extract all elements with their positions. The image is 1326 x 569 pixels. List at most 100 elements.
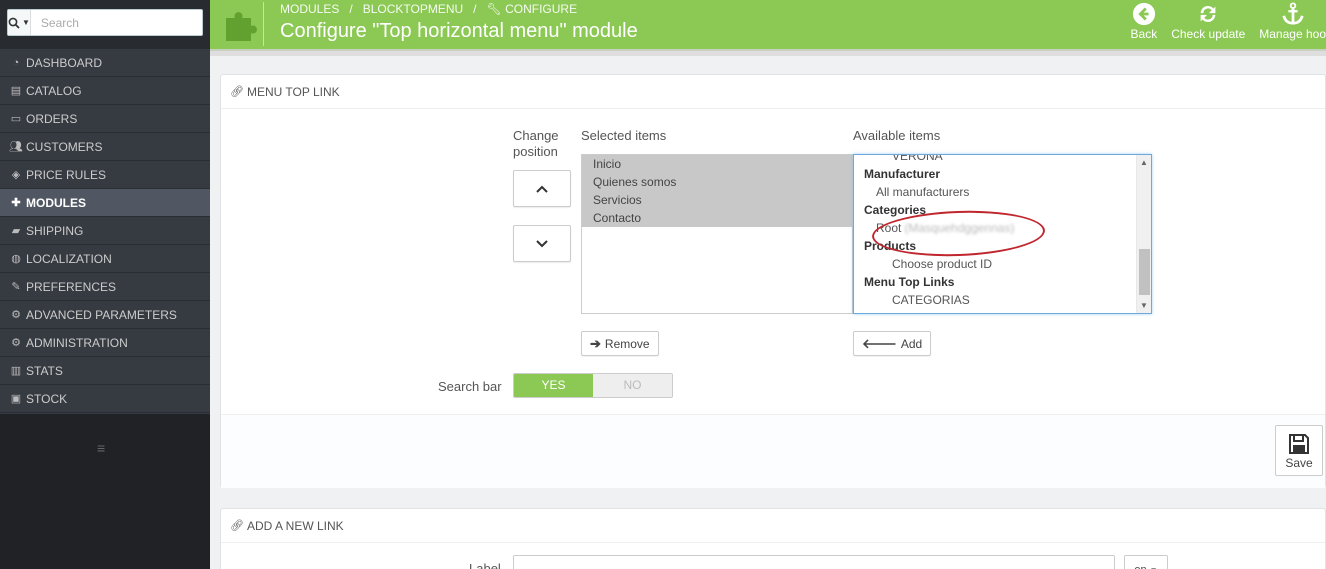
add-button[interactable]: 🡐 Add <box>853 331 932 356</box>
check-update-label: Check update <box>1171 27 1246 41</box>
chevron-up-icon <box>536 185 548 193</box>
breadcrumb-blocktopmenu[interactable]: BLOCKTOPMENU <box>363 2 463 16</box>
sidebar-item-shipping[interactable]: ▰ SHIPPING <box>0 217 210 245</box>
page-title: Configure "Top horizontal menu" module <box>280 20 638 42</box>
available-item-label: Choose product ID <box>892 257 993 271</box>
breadcrumb-separator: / <box>349 2 353 16</box>
panel-heading: 🔗︎ ADD A NEW LINK <box>221 509 1325 543</box>
selected-items-list[interactable]: Inicio Quienes somos Servicios Contacto <box>581 154 853 314</box>
collapse-menu-icon[interactable]: ≡ <box>97 440 105 456</box>
available-item[interactable]: Choose product ID <box>854 255 1151 273</box>
breadcrumb-configure-label: CONFIGURE <box>505 2 578 16</box>
search-bar-label: Search bar <box>438 379 502 394</box>
sidebar-item-stock[interactable]: ▣ STOCK <box>0 385 210 413</box>
sidebar-item-label: CATALOG <box>26 83 82 98</box>
globe-icon: ◍ <box>11 253 21 265</box>
scroll-thumb[interactable] <box>1139 249 1150 295</box>
sidebar-item-preferences[interactable]: ✎ PREFERENCES <box>0 273 210 301</box>
breadcrumb-modules[interactable]: MODULES <box>280 2 339 16</box>
change-position-line2: position <box>513 144 558 159</box>
save-label: Save <box>1285 455 1313 470</box>
remove-button[interactable]: ➔ Remove <box>581 331 659 356</box>
save-icon <box>1289 433 1309 454</box>
search-type-button[interactable]: ▼ <box>8 10 31 35</box>
arrow-left-icon: 🡐 <box>862 335 897 351</box>
caret-down-icon: ▼ <box>1150 566 1158 569</box>
back-label: Back <box>1130 27 1158 41</box>
sidebar-bottom: ≡ <box>0 414 210 569</box>
label-field-label: Label <box>469 561 501 569</box>
save-button[interactable]: Save <box>1275 425 1323 476</box>
available-item-label: VERONA <box>892 154 943 163</box>
sidebar-item-label: STATS <box>26 363 63 378</box>
add-new-link-panel: 🔗︎ ADD A NEW LINK Label en ▼ <box>220 508 1326 569</box>
sidebar-item-label: LOCALIZATION <box>26 251 112 266</box>
sidebar-item-label: ORDERS <box>26 111 78 126</box>
menu-top-link-panel: 🔗︎ MENU TOP LINK Change position Selecte… <box>220 74 1326 488</box>
search-bar-switch[interactable]: YES NO <box>513 373 673 398</box>
credit-card-icon: ▭ <box>10 113 22 125</box>
sidebar-item-label: ADVANCED PARAMETERS <box>26 307 177 322</box>
scroll-up-icon[interactable]: ▲ <box>1140 158 1148 167</box>
move-up-button[interactable] <box>513 170 571 207</box>
sidebar-item-stats[interactable]: ▥ STATS <box>0 357 210 385</box>
check-update-button[interactable]: Check update <box>1164 0 1252 49</box>
language-dropdown[interactable]: en ▼ <box>1124 555 1168 569</box>
available-items-label: Available items <box>853 128 941 143</box>
manage-hooks-label: Manage hoo <box>1259 27 1326 41</box>
selected-item[interactable]: Inicio <box>582 155 852 173</box>
available-item[interactable]: All manufacturers <box>854 183 1151 201</box>
sidebar-item-label: MODULES <box>26 195 86 210</box>
wrench-icon: 🔧︎ <box>486 2 502 16</box>
sidebar-item-catalog[interactable]: ▤ CATALOG <box>0 77 210 105</box>
selected-item[interactable]: Servicios <box>582 191 852 209</box>
available-item-label: CATEGORIAS <box>892 293 970 307</box>
move-down-button[interactable] <box>513 225 571 262</box>
available-group: Menu Top Links <box>854 273 1151 291</box>
label-input[interactable] <box>513 555 1115 569</box>
wrench-icon: ✎ <box>11 281 21 293</box>
search-icon <box>8 17 20 29</box>
selected-item[interactable]: Contacto <box>582 209 852 227</box>
panel-footer: Save <box>221 414 1325 488</box>
tags-icon: ◈ <box>11 169 21 181</box>
toolbar: Back Check update Manage hoo <box>1124 0 1326 49</box>
sidebar-item-dashboard[interactable]: ◔ DASHBOARD <box>0 49 210 77</box>
available-group: Manufacturer <box>854 165 1151 183</box>
manage-hooks-button[interactable]: Manage hoo <box>1252 0 1326 49</box>
truck-icon: ▰ <box>11 225 21 237</box>
page-header: MODULES / BLOCKTOPMENU / 🔧︎ CONFIGURE Co… <box>210 0 1326 49</box>
sidebar-item-advanced-parameters[interactable]: ⚙ ADVANCED PARAMETERS <box>0 301 210 329</box>
sidebar-item-orders[interactable]: ▭ ORDERS <box>0 105 210 133</box>
selected-item[interactable]: Quienes somos <box>582 173 852 191</box>
breadcrumb: MODULES / BLOCKTOPMENU / 🔧︎ CONFIGURE <box>280 2 577 16</box>
arrow-circle-left-icon <box>1132 2 1155 26</box>
scrollbar[interactable]: ▲ ▼ <box>1136 155 1151 313</box>
sidebar: ▼ ◔ DASHBOARD ▤ CATALOG ▭ ORDERS 👥︎CUSTOMERS ◈ P… <box>0 0 210 569</box>
panel-heading: 🔗︎ MENU TOP LINK <box>221 75 1325 109</box>
sidebar-item-customers[interactable]: 👥︎ CUSTOMERS <box>0 133 210 161</box>
add-label: Add <box>900 336 923 351</box>
back-button[interactable]: Back <box>1124 0 1165 49</box>
search-input[interactable] <box>30 10 202 35</box>
sidebar-item-administration[interactable]: ⚙ ADMINISTRATION <box>0 329 210 357</box>
dashboard-icon: ◔ <box>12 56 20 69</box>
puzzle-icon: ✚ <box>11 197 21 209</box>
available-item-label: Manufacturer <box>864 167 941 181</box>
available-item[interactable]: VERONA <box>854 154 1151 165</box>
sidebar-item-label: CUSTOMERS <box>26 139 103 154</box>
change-position-line1: Change <box>513 128 559 143</box>
available-item-label: All manufacturers <box>876 185 970 199</box>
panel-heading-label: ADD A NEW LINK <box>246 518 344 533</box>
sidebar-search: ▼ <box>0 0 210 49</box>
available-item[interactable]: CATEGORIAS <box>854 291 1151 309</box>
switch-yes[interactable]: YES <box>514 374 593 397</box>
scroll-down-icon[interactable]: ▼ <box>1140 301 1148 310</box>
bar-chart-icon: ▥ <box>10 365 22 377</box>
sidebar-item-localization[interactable]: ◍ LOCALIZATION <box>0 245 210 273</box>
sidebar-item-modules[interactable]: ✚ MODULES <box>0 189 210 217</box>
sidebar-item-price-rules[interactable]: ◈ PRICE RULES <box>0 161 210 189</box>
switch-no[interactable]: NO <box>593 374 672 397</box>
sidebar-item-label: STOCK <box>26 391 68 406</box>
link-icon: 🔗︎ <box>230 86 244 98</box>
